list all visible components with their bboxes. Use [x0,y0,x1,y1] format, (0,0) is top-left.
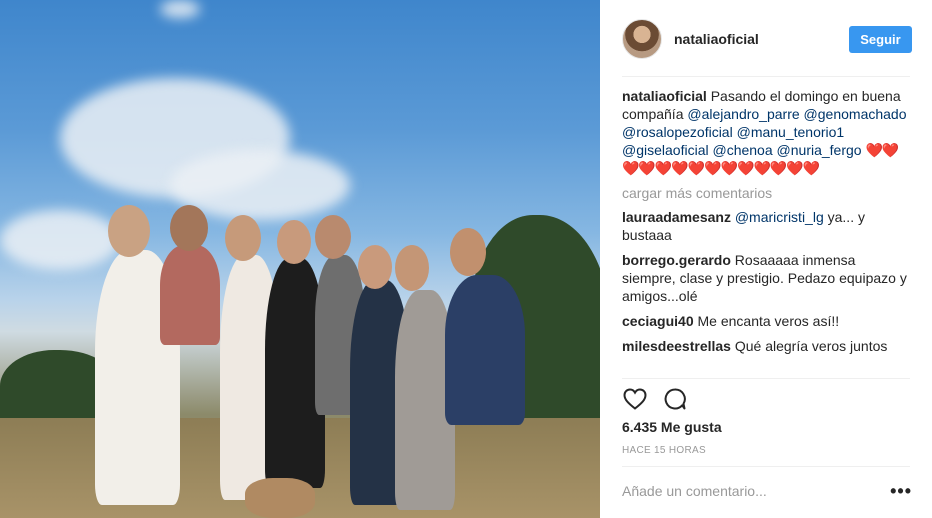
person-head [315,215,351,259]
dog [245,478,315,518]
more-options-icon[interactable]: ••• [890,482,912,500]
divider [622,76,910,77]
comment-username[interactable]: milesdeestrellas [622,338,731,354]
comment-username[interactable]: lauraadamesanz [622,209,731,225]
mention-link[interactable]: @alejandro_parre [687,106,799,122]
post-timestamp: HACE 15 HORAS [622,445,706,456]
post-actions [622,384,912,414]
avatar[interactable] [622,19,662,59]
person [445,275,525,425]
comment-icon[interactable] [662,386,688,412]
mention-link[interactable]: @genomachado [804,106,907,122]
cloud [0,210,120,270]
comment-item: ceciagui40 Me encanta veros así!! [622,312,912,330]
post-header: nataliaoficial Seguir [622,16,912,62]
person-head [450,228,486,276]
mention-link[interactable]: @nuria_fergo [777,142,862,158]
person-head [358,245,392,289]
divider [622,466,910,467]
comment-username[interactable]: borrego.gerardo [622,252,731,268]
mention-link[interactable]: @maricristi_lg [735,209,824,225]
load-more-comments-link[interactable]: cargar más comentarios [622,184,912,202]
mention-link[interactable]: @giselaoficial [622,142,709,158]
author-username[interactable]: nataliaoficial [674,31,759,47]
person-head [225,215,261,261]
caption-username[interactable]: nataliaoficial [622,88,707,104]
follow-button[interactable]: Seguir [849,25,912,53]
person-head [108,205,150,257]
add-comment-section: ••• [622,476,912,506]
comment-item: milesdeestrellas Qué alegría veros junto… [622,337,912,355]
comment-item: lauraadamesanz @maricristi_lg ya... y bu… [622,208,912,244]
person [160,245,220,345]
heart-icon[interactable] [622,386,648,412]
comment-item: borrego.gerardo Rosaaaaa inmensa siempre… [622,251,912,305]
person-head [277,220,311,264]
mention-link[interactable]: @manu_tenorio1 [737,124,845,140]
comment-text: Qué alegría veros juntos [734,338,888,354]
mention-link[interactable]: @chenoa [712,142,772,158]
person-head [170,205,208,251]
add-comment-input[interactable] [622,483,882,499]
comment-text: Me encanta veros así!! [697,313,840,329]
mention-link[interactable]: @rosalopezoficial [622,124,733,140]
divider [622,378,910,379]
cloud [160,0,200,18]
person-head [395,245,429,291]
comments-list: nataliaoficial Pasando el domingo en bue… [622,87,912,362]
post-photo[interactable] [0,0,600,518]
comment-username[interactable]: ceciagui40 [622,313,694,329]
caption: nataliaoficial Pasando el domingo en bue… [622,87,912,177]
post-side-panel: nataliaoficial Seguir nataliaoficial Pas… [600,0,932,518]
likes-count[interactable]: 6.435 Me gusta [622,419,722,435]
